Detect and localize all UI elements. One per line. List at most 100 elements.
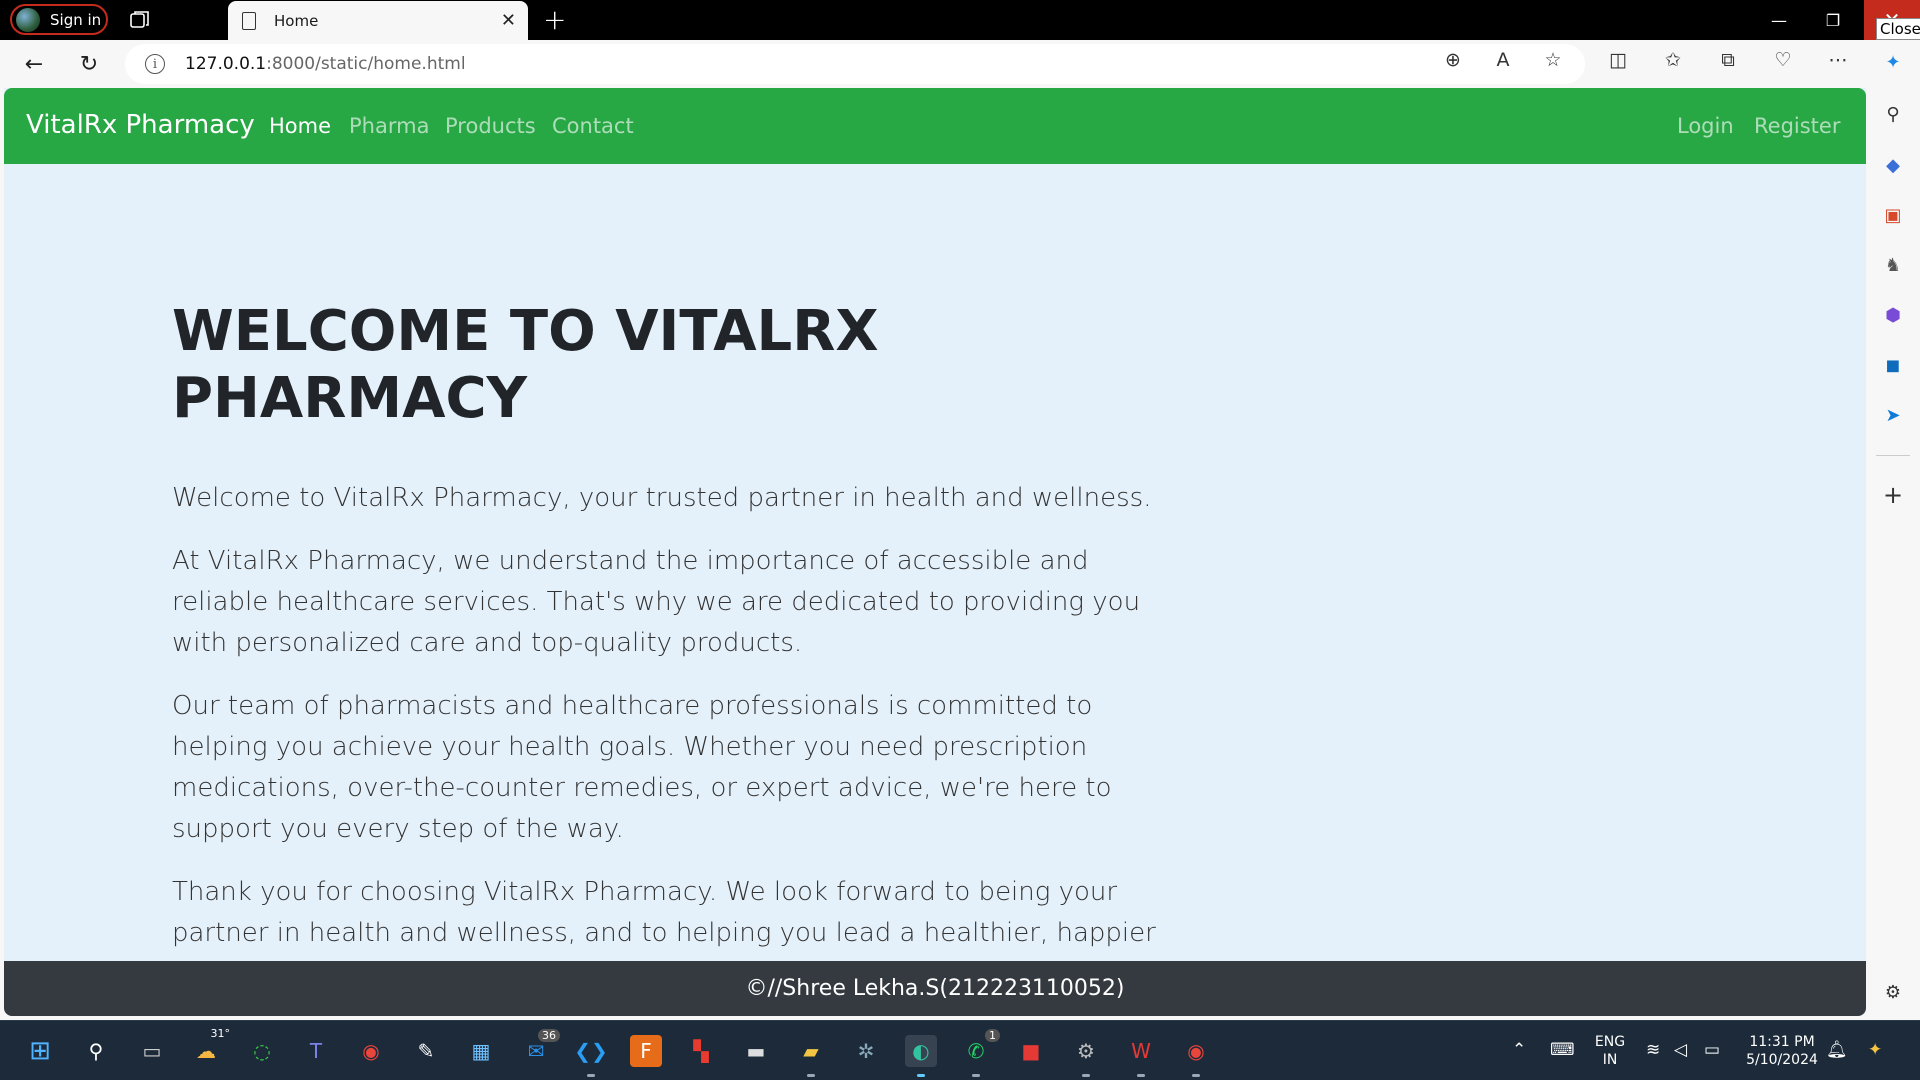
mail-badge: 36 [538, 1029, 560, 1042]
refresh-icon[interactable]: ↻ [75, 50, 103, 78]
collections-icon[interactable]: ⧉ [1716, 48, 1740, 72]
task-view-icon[interactable]: ▭ [136, 1035, 168, 1067]
show-hidden-icons-chevron-icon[interactable]: ⌃ [1512, 1040, 1526, 1060]
running-indicator [1137, 1074, 1145, 1077]
new-tab-button[interactable]: + [543, 3, 566, 36]
copilot-taskbar-icon[interactable]: ✦ [1868, 1040, 1882, 1060]
volume-icon[interactable]: ◁ [1674, 1040, 1687, 1060]
office-icon[interactable]: ▚ [685, 1035, 717, 1067]
clock-date: 5/10/2024 [1746, 1052, 1818, 1068]
file-explorer-icon[interactable]: ▰ [795, 1035, 827, 1077]
copilot-icon[interactable]: ✦ [1881, 50, 1905, 74]
keyboard-icon[interactable]: ⌨ [1550, 1040, 1575, 1060]
f-app-icon[interactable]: F [630, 1035, 662, 1067]
zoom-icon[interactable]: ⊕ [1441, 48, 1465, 72]
page-icon [242, 11, 256, 30]
running-indicator [1192, 1074, 1200, 1077]
close-tooltip: Close [1876, 18, 1920, 40]
chrome-icon[interactable]: ◉ [355, 1035, 387, 1067]
chrome-profile-icon[interactable]: ◉ [1180, 1035, 1212, 1077]
add-sidebar-app-icon[interactable]: + [1881, 481, 1905, 509]
favorites-icon[interactable]: ✩ [1661, 48, 1685, 72]
intro-paragraph: Welcome to VitalRx Pharmacy, your truste… [172, 483, 1152, 514]
shopping-tag-icon[interactable]: ◆ [1881, 153, 1905, 177]
notepad-icon[interactable]: ✎ [410, 1035, 442, 1067]
nav-home[interactable]: Home [269, 114, 331, 138]
profile-button[interactable]: Sign in [10, 4, 108, 35]
recorder-icon[interactable]: ■ [1015, 1035, 1047, 1067]
vscode-icon[interactable]: ❮❯ [574, 1035, 608, 1077]
tab-home[interactable]: Home ✕ [228, 1, 528, 40]
windows-start-icon[interactable]: ⊞ [24, 1035, 56, 1067]
info-icon[interactable]: i [145, 54, 165, 74]
browser-essentials-icon[interactable]: ♡ [1771, 48, 1795, 72]
url-host: 127.0.0.1 [185, 54, 267, 74]
mail-icon[interactable]: ✉ 36 [520, 1029, 560, 1067]
welcome-section: WELCOME TO VITALRX PHARMACY Welcome to V… [172, 298, 1162, 1016]
edge-icon[interactable]: ◐ [905, 1035, 937, 1077]
running-indicator [917, 1074, 925, 1077]
site-brand[interactable]: VitalRx Pharmacy [26, 110, 255, 140]
page-title: WELCOME TO VITALRX PHARMACY [172, 299, 879, 432]
nav-pharma[interactable]: Pharma [349, 114, 429, 138]
language-indicator[interactable]: ENG IN [1594, 1033, 1626, 1069]
sidebar-divider [1876, 455, 1910, 456]
back-arrow-icon[interactable]: ← [20, 50, 48, 78]
windows-taskbar: ⊞ ⚲ ▭ ☁ 31° ◌ T ◉ ✎ ▦ ✉ 36 ❮❯ F ▚ ▬ ▰ ✲ ◐ … [0, 1020, 1920, 1080]
whatsapp-badge: 1 [985, 1029, 1000, 1042]
settings-gear-icon[interactable]: ⚙ [1070, 1035, 1102, 1077]
wifi-icon[interactable]: ≋ [1646, 1040, 1660, 1060]
team-paragraph: Our team of pharmacists and healthcare p… [172, 691, 1112, 845]
nav-login[interactable]: Login [1677, 114, 1734, 138]
nav-register[interactable]: Register [1754, 114, 1840, 138]
running-indicator [587, 1074, 595, 1077]
wps-office-icon[interactable]: W [1125, 1035, 1157, 1077]
favorite-star-icon[interactable]: ☆ [1541, 48, 1565, 72]
notification-bell-icon[interactable]: 🔔︎ [1826, 1040, 1848, 1060]
language-line2: IN [1602, 1052, 1618, 1068]
url-path: :8000/static/home.html [266, 54, 466, 74]
split-screen-icon[interactable]: ◫ [1606, 48, 1630, 72]
browser-titlebar: Sign in Home ✕ + — ❐ ✕ Close [0, 0, 1920, 40]
taskbar-search-icon[interactable]: ⚲ [80, 1035, 112, 1067]
games-icon[interactable]: ♞ [1881, 253, 1905, 277]
weather-temp: 31° [210, 1027, 231, 1040]
restore-button[interactable]: ❐ [1810, 0, 1856, 40]
sidebar-settings-gear-icon[interactable]: ⚙ [1881, 980, 1905, 1004]
app-circle-icon[interactable]: ◌ [246, 1035, 278, 1067]
whatsapp-icon[interactable]: ✆ 1 [960, 1029, 1000, 1077]
battery-icon[interactable]: ▭ [1704, 1040, 1720, 1060]
search-icon[interactable]: ⚲ [1881, 102, 1905, 126]
page-viewport: VitalRx Pharmacy Home Pharma Products Co… [4, 88, 1866, 1016]
read-aloud-icon[interactable]: A [1491, 48, 1515, 72]
tools-icon[interactable]: ▣ [1881, 203, 1905, 227]
running-indicator [972, 1074, 980, 1077]
address-bar[interactable]: i 127.0.0.1:8000/static/home.html [125, 44, 1585, 84]
running-indicator [807, 1074, 815, 1077]
outlook-icon[interactable]: ◼ [1881, 353, 1905, 377]
language-line1: ENG [1594, 1034, 1626, 1050]
clock[interactable]: 11:31 PM 5/10/2024 [1742, 1033, 1822, 1069]
terminal-icon[interactable]: ▬ [740, 1035, 772, 1067]
teams-icon[interactable]: T [300, 1035, 332, 1067]
drop-icon[interactable]: ➤ [1881, 403, 1905, 427]
site-footer: ©//Shree Lekha.S(212223110052) [4, 961, 1866, 1016]
profile-label: Sign in [50, 10, 102, 29]
close-tab-icon[interactable]: ✕ [501, 10, 516, 31]
running-indicator [1082, 1074, 1090, 1077]
tab-title: Home [274, 11, 319, 30]
avatar [16, 7, 40, 32]
more-options-icon[interactable]: ⋯ [1826, 48, 1850, 72]
microsoft-365-icon[interactable]: ⬢ [1881, 303, 1905, 327]
bug-app-icon[interactable]: ✲ [850, 1035, 882, 1067]
workspaces-icon[interactable] [128, 8, 152, 32]
nav-products[interactable]: Products [445, 114, 536, 138]
store-icon[interactable]: ▦ [465, 1035, 497, 1067]
nav-contact[interactable]: Contact [552, 114, 634, 138]
about-paragraph: At VitalRx Pharmacy, we understand the i… [172, 546, 1141, 659]
minimize-button[interactable]: — [1756, 0, 1802, 40]
edge-sidebar: ✦ ⚲ ◆ ▣ ♞ ⬢ ◼ ➤ + ⚙ [1866, 40, 1920, 1020]
weather-icon[interactable]: ☁ 31° [190, 1027, 230, 1067]
clock-time: 11:31 PM [1749, 1034, 1815, 1050]
footer-text: ©//Shree Lekha.S(212223110052) [745, 976, 1125, 1001]
